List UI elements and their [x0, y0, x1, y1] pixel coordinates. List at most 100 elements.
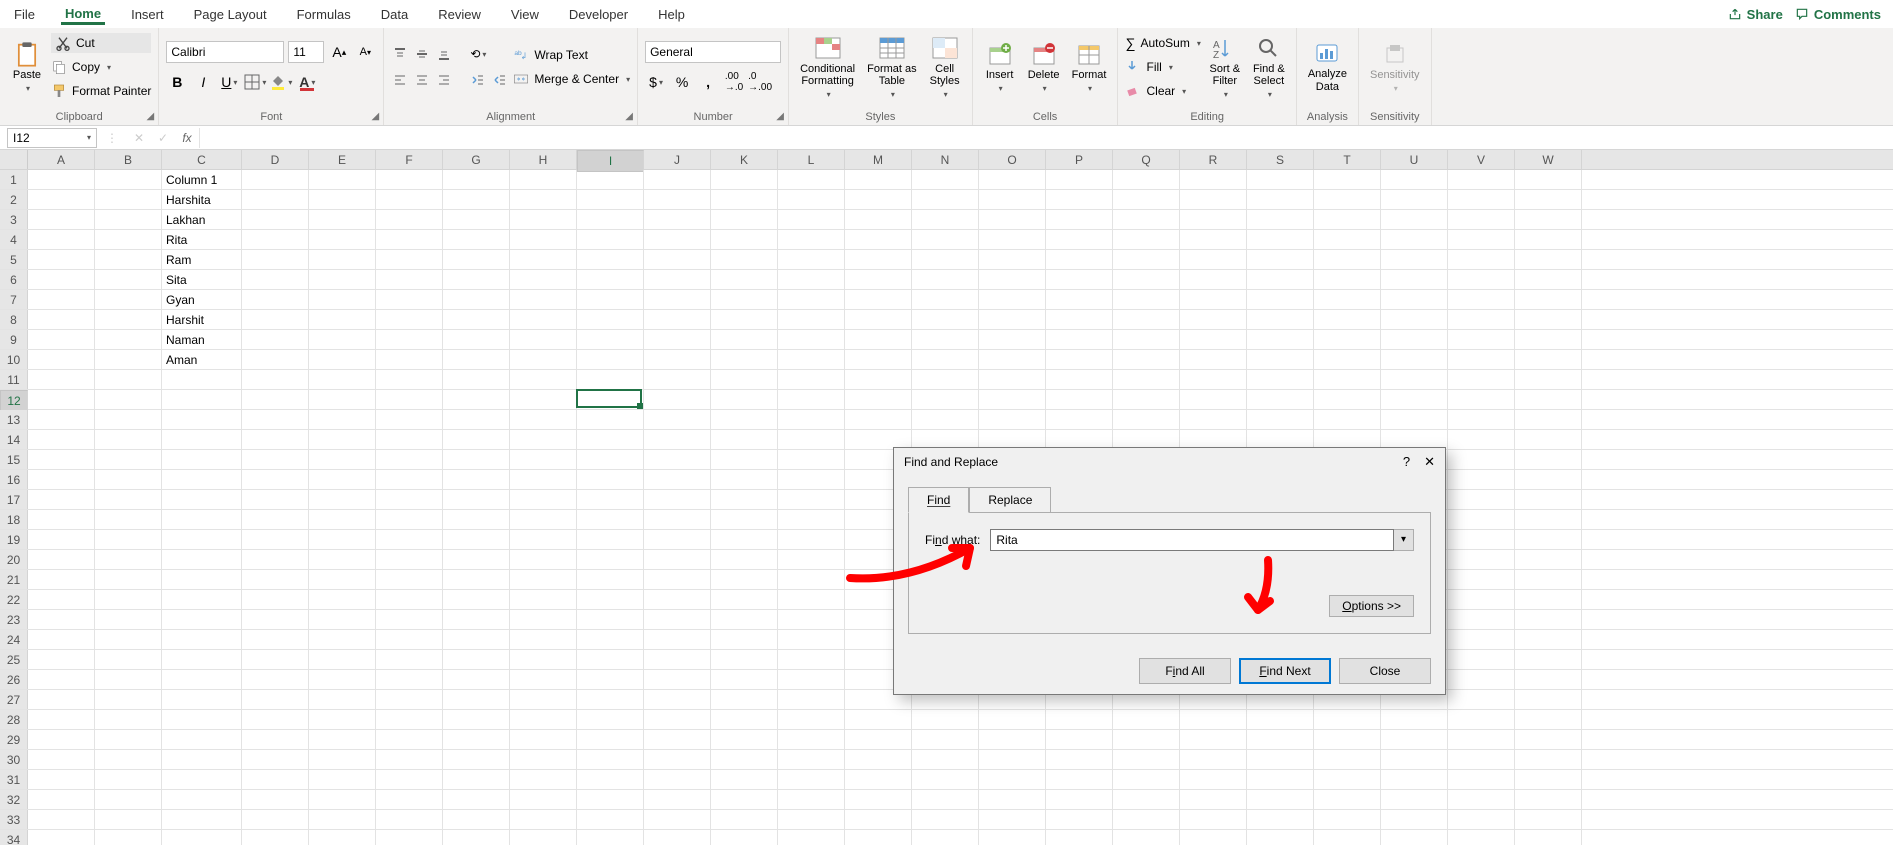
tab-file[interactable]: File [10, 5, 39, 24]
cell[interactable] [1180, 830, 1247, 845]
cell[interactable] [376, 450, 443, 469]
cell[interactable] [309, 670, 376, 689]
cell[interactable] [1314, 730, 1381, 749]
column-header[interactable]: M [845, 150, 912, 169]
cell[interactable] [1180, 710, 1247, 729]
cell[interactable] [845, 210, 912, 229]
cell[interactable] [979, 230, 1046, 249]
row-header[interactable]: 21 [0, 570, 28, 589]
row-header[interactable]: 11 [0, 370, 28, 389]
close-button[interactable]: Close [1339, 658, 1431, 684]
cell[interactable] [28, 410, 95, 429]
cell[interactable] [162, 730, 242, 749]
decrease-decimal-button[interactable]: .0→.00 [749, 71, 771, 93]
cell[interactable] [28, 510, 95, 529]
cell[interactable] [95, 810, 162, 829]
cell[interactable] [28, 690, 95, 709]
cell[interactable] [162, 610, 242, 629]
cell[interactable] [577, 810, 644, 829]
cell[interactable] [644, 510, 711, 529]
cell[interactable] [644, 250, 711, 269]
row-header[interactable]: 10 [0, 350, 28, 369]
cell[interactable] [711, 450, 778, 469]
cell[interactable] [510, 510, 577, 529]
cell[interactable] [95, 210, 162, 229]
cell[interactable] [162, 750, 242, 769]
cell[interactable] [1448, 730, 1515, 749]
orientation-button[interactable]: ⟲▾ [469, 45, 487, 63]
tab-formulas[interactable]: Formulas [293, 5, 355, 24]
cell[interactable] [577, 630, 644, 649]
cell[interactable] [711, 190, 778, 209]
cell[interactable] [443, 470, 510, 489]
cell[interactable] [443, 270, 510, 289]
cell[interactable] [28, 210, 95, 229]
cell[interactable] [242, 210, 309, 229]
cell[interactable] [376, 830, 443, 845]
cell[interactable] [644, 670, 711, 689]
cell[interactable] [28, 230, 95, 249]
cell[interactable] [778, 350, 845, 369]
row-header[interactable]: 14 [0, 430, 28, 449]
row-header[interactable]: 12 [0, 390, 28, 412]
bold-button[interactable]: B [166, 71, 188, 93]
cell[interactable] [778, 570, 845, 589]
cell[interactable] [711, 710, 778, 729]
cell[interactable] [845, 350, 912, 369]
cell[interactable] [711, 370, 778, 389]
cell[interactable] [1448, 810, 1515, 829]
cell[interactable] [443, 690, 510, 709]
cell[interactable] [510, 550, 577, 569]
cell[interactable] [644, 690, 711, 709]
cell[interactable] [376, 810, 443, 829]
cell[interactable] [979, 730, 1046, 749]
cell[interactable] [1046, 230, 1113, 249]
cell[interactable] [28, 650, 95, 669]
decrease-font-button[interactable]: A▾ [354, 41, 376, 63]
increase-indent-button[interactable] [491, 71, 509, 89]
cell[interactable] [443, 170, 510, 189]
cell[interactable] [979, 750, 1046, 769]
cell[interactable] [95, 770, 162, 789]
cell[interactable] [1180, 770, 1247, 789]
tab-data[interactable]: Data [377, 5, 412, 24]
cell[interactable] [95, 270, 162, 289]
cell[interactable] [1046, 810, 1113, 829]
cell[interactable] [711, 310, 778, 329]
cell[interactable] [242, 650, 309, 669]
cell[interactable] [95, 390, 162, 409]
cell[interactable] [1247, 210, 1314, 229]
cell[interactable] [28, 610, 95, 629]
cell[interactable] [510, 270, 577, 289]
cell[interactable] [1448, 830, 1515, 845]
cell[interactable] [242, 530, 309, 549]
cell[interactable] [577, 490, 644, 509]
cell[interactable] [28, 170, 95, 189]
cell[interactable] [1381, 310, 1448, 329]
cell[interactable] [1314, 390, 1381, 409]
cell[interactable] [912, 390, 979, 409]
cell[interactable] [510, 170, 577, 189]
cell[interactable] [162, 410, 242, 429]
cell[interactable] [510, 630, 577, 649]
cell[interactable] [1448, 570, 1515, 589]
cell[interactable] [1515, 830, 1582, 845]
cell[interactable] [1113, 290, 1180, 309]
cell[interactable] [443, 650, 510, 669]
cell[interactable] [1448, 630, 1515, 649]
cell[interactable] [1381, 370, 1448, 389]
cut-button[interactable]: Cut [51, 33, 151, 53]
cell[interactable] [95, 730, 162, 749]
accounting-format-button[interactable]: $▾ [645, 71, 667, 93]
cell[interactable] [1448, 350, 1515, 369]
cell[interactable] [1448, 310, 1515, 329]
cell[interactable] [1448, 790, 1515, 809]
wrap-text-button[interactable]: ab Wrap Text [513, 45, 630, 65]
column-header[interactable]: A [28, 150, 95, 169]
cell[interactable] [162, 370, 242, 389]
cell[interactable] [845, 190, 912, 209]
cell[interactable] [711, 550, 778, 569]
increase-decimal-button[interactable]: .00→.0 [723, 71, 745, 93]
cell[interactable] [1381, 810, 1448, 829]
cell[interactable] [644, 730, 711, 749]
